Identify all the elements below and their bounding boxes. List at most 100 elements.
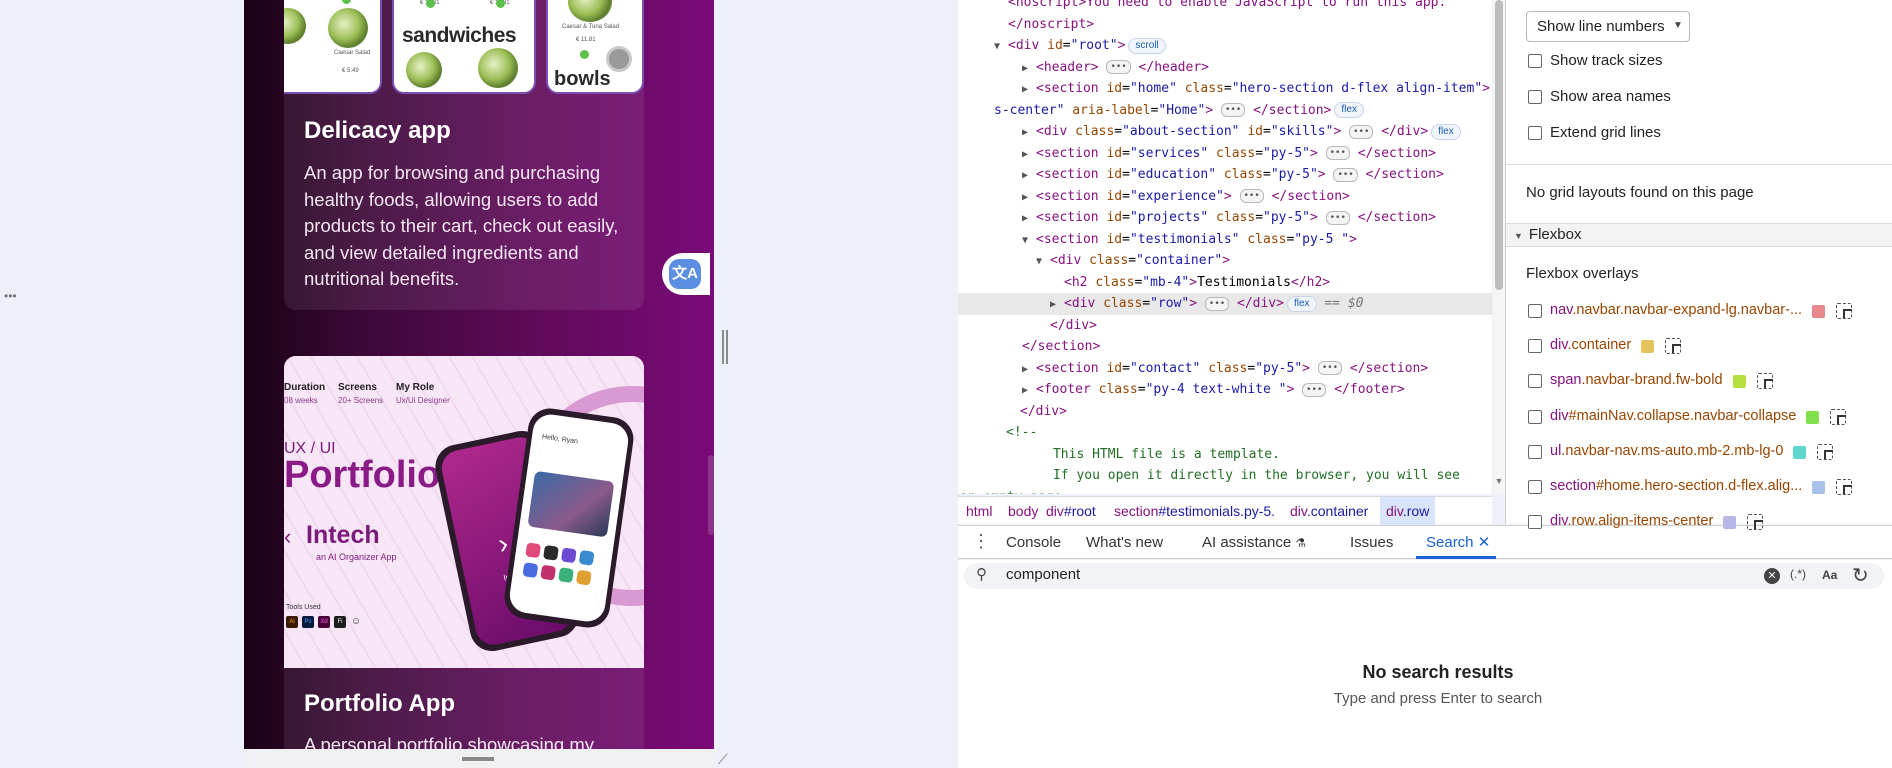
dom-node-line[interactable]: </div> [958, 315, 1492, 337]
show-area-names-checkbox[interactable] [1528, 90, 1542, 104]
dom-node-line[interactable]: </div> [958, 401, 1492, 423]
dom-node-line[interactable]: ▶ <section id="education" class="py-5"> •… [958, 164, 1492, 186]
search-query[interactable]: component [1006, 566, 1080, 583]
regex-toggle[interactable]: (.*) [1790, 567, 1806, 581]
grid-overlay-select[interactable]: Show line numbers ▼ [1526, 11, 1690, 42]
highlight-element-icon[interactable] [1665, 338, 1682, 355]
overlay-checkbox[interactable] [1528, 480, 1542, 494]
image-text: an AI Organizer App [316, 552, 397, 562]
overlay-checkbox[interactable] [1528, 374, 1542, 389]
page-preview[interactable]: € 5.49 Caesar Salad € 5.49 € 11.81 € 11.… [244, 0, 714, 749]
dom-node-line[interactable]: <h2 class="mb-4">Testimonials</h2> [958, 272, 1492, 294]
highlight-element-icon[interactable] [1747, 514, 1764, 531]
image-text: Duration [284, 382, 326, 393]
app-icon [578, 549, 595, 566]
overlay-checkbox[interactable] [1528, 444, 1542, 459]
overlay-color-swatch[interactable] [1723, 516, 1737, 530]
dom-node-line[interactable]: ▶ <section id="experience"> ••• </section… [958, 186, 1492, 208]
elements-scrollbar[interactable]: ▼ [1493, 0, 1505, 494]
dom-node-line[interactable]: ▶ <section id="projects" class="py-5"> ••… [958, 207, 1492, 229]
translate-button[interactable]: 文A [662, 253, 710, 295]
thumb-price: € 11.81 [576, 37, 596, 43]
overlay-checkbox[interactable] [1528, 304, 1542, 318]
kebab-menu-icon[interactable]: ⋮ [972, 526, 990, 557]
image-text: Screens [338, 382, 377, 393]
scroll-down-icon[interactable]: ▼ [1493, 476, 1505, 486]
dom-node-line[interactable]: ▶ <div class="row"> ••• </div> flex == $0 [958, 293, 1492, 315]
dom-node-line[interactable]: ▶ <div class="about-section" id="skills">… [958, 121, 1492, 143]
html-comment-line[interactable]: This HTML file is a template. [958, 444, 1492, 466]
highlight-element-icon[interactable] [1756, 373, 1773, 390]
elements-tree[interactable]: <noscript>You need to enable JavaScript … [958, 0, 1492, 494]
dom-node-line[interactable]: ▼ <div id="root"> scroll [958, 35, 1492, 57]
breadcrumb-item[interactable]: body [1008, 497, 1038, 525]
overlay-checkbox[interactable] [1528, 515, 1542, 530]
chevron-right-icon: › [495, 527, 511, 560]
highlight-element-icon[interactable] [1817, 443, 1834, 460]
breadcrumb-item[interactable]: section#testimonials.py-5. [1114, 497, 1275, 525]
html-comment-line[interactable]: an empty page. [958, 487, 1492, 495]
dom-node-line[interactable]: ▶ <section id="home" class="hero-section … [958, 78, 1492, 100]
overlay-color-swatch[interactable] [1806, 410, 1820, 424]
node-actions-icon[interactable]: ••• [4, 289, 17, 303]
dom-node-line[interactable]: ▶ <footer class="py-4 text-white "> ••• <… [958, 379, 1492, 401]
delicacy-thumbnail-3: Caesar & Tuna Salad € 11.81 bowls [546, 0, 644, 94]
search-input[interactable]: ⚲ component ✕ (.*) Aa [964, 563, 1884, 589]
project-card-portfolio: Duration 08 weeks Screens 20+ Screens My… [284, 356, 644, 749]
clear-icon[interactable]: ✕ [1764, 568, 1780, 584]
tab-console[interactable]: Console [1006, 526, 1061, 559]
image-text: Intech [306, 521, 380, 549]
resize-corner-icon[interactable]: ⟋ [718, 752, 732, 766]
dom-node-line[interactable]: ▼ <div class="container"> [958, 250, 1492, 272]
breadcrumb-item[interactable]: html [966, 497, 992, 525]
dom-node-line[interactable]: ▶ <section id="contact" class="py-5"> •••… [958, 358, 1492, 380]
breadcrumb-item[interactable]: div.row [1380, 497, 1436, 525]
overlay-label: section#home.hero-section.d-flex.alig... [1550, 478, 1803, 494]
tab-issues[interactable]: Issues [1350, 526, 1393, 559]
expand-triangle-icon: ▼ [994, 41, 1001, 52]
dom-node-line[interactable]: ▶ <header> ••• </header> [958, 57, 1492, 79]
overlay-color-swatch[interactable] [1812, 481, 1826, 494]
tab-search[interactable]: Search ✕ [1416, 526, 1497, 559]
card-description: An app for browsing and purchasing healt… [304, 162, 619, 289]
resize-handle-icon[interactable] [462, 757, 494, 761]
flexbox-section-header[interactable]: ▼ Flexbox [1506, 223, 1892, 247]
overlay-color-swatch[interactable] [1732, 375, 1746, 389]
close-icon[interactable]: ✕ [1478, 534, 1491, 551]
overlay-color-swatch[interactable] [1641, 340, 1655, 354]
search-results [958, 592, 1892, 768]
refresh-icon[interactable]: ↻ [1852, 563, 1869, 588]
app-icon [522, 562, 539, 579]
dom-node-line[interactable]: ▼ <section id="testimonials" class="py-5 … [958, 229, 1492, 251]
breadcrumb: html body div#root section#testimonials.py-… [958, 496, 1492, 525]
html-comment-line[interactable]: If you open it directly in the browser, … [958, 465, 1492, 487]
highlight-element-icon[interactable] [1836, 479, 1853, 495]
breadcrumb-item[interactable]: div#root [1046, 497, 1096, 525]
extend-grid-lines-checkbox[interactable] [1528, 126, 1542, 140]
overlay-label: div#mainNav.collapse.navbar-collapse [1550, 407, 1797, 424]
show-track-sizes-checkbox[interactable] [1528, 54, 1542, 68]
tab-whats-new[interactable]: What's new [1086, 526, 1163, 559]
overlay-color-swatch[interactable] [1793, 445, 1807, 459]
highlight-element-icon[interactable] [1830, 408, 1847, 425]
preview-scrollbar[interactable] [708, 455, 714, 535]
dom-node-line[interactable]: s-center" aria-label="Home"> ••• </secti… [958, 100, 1492, 122]
dom-node-line[interactable]: <noscript>You need to enable JavaScript … [958, 0, 1492, 14]
project-card-delicacy: € 5.49 Caesar Salad € 5.49 € 11.81 € 11.… [284, 0, 644, 310]
match-case-toggle[interactable]: Aa [1822, 568, 1837, 582]
overlay-label: span.navbar-brand.fw-bold [1550, 372, 1723, 389]
highlight-element-icon[interactable] [1836, 303, 1853, 319]
tab-label: Search [1426, 534, 1474, 551]
overlay-checkbox[interactable] [1528, 409, 1542, 424]
overlay-checkbox[interactable] [1528, 339, 1542, 354]
dom-node-line[interactable]: </noscript> [958, 14, 1492, 36]
html-comment-line[interactable]: <!-- [958, 422, 1492, 444]
tab-ai-assistance[interactable]: AI assistance ⚗ [1202, 526, 1306, 559]
breadcrumb-item[interactable]: div.container [1290, 497, 1368, 525]
thumb-scroll-button[interactable] [606, 46, 632, 72]
pane-divider-handle[interactable] [722, 330, 728, 364]
dom-node-line[interactable]: </section> [958, 336, 1492, 358]
dom-node-line[interactable]: ▶ <section id="services" class="py-5"> ••… [958, 143, 1492, 165]
scrollbar-thumb[interactable] [1495, 0, 1503, 290]
overlay-color-swatch[interactable] [1812, 305, 1826, 318]
